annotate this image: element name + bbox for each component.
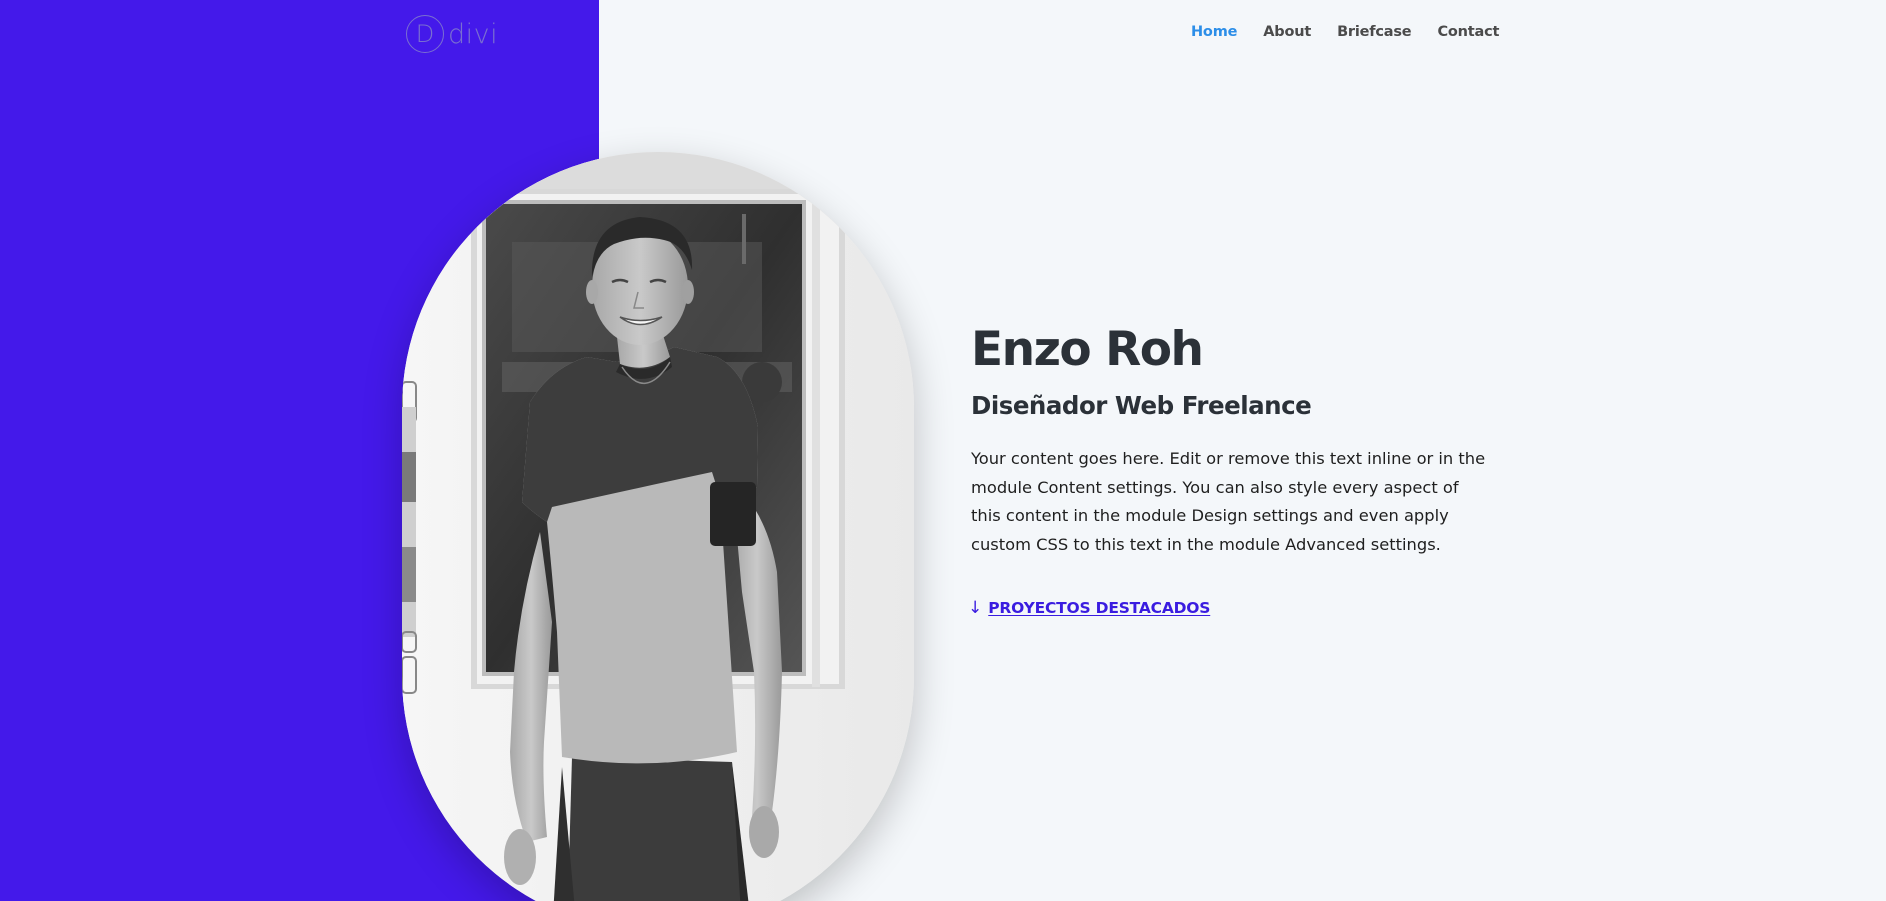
hero-name-heading: Enzo Roh (971, 322, 1204, 377)
nav-item-home[interactable]: Home (1191, 24, 1237, 40)
logo-mark-icon: D (406, 15, 444, 53)
page: D divi Home About Briefcase Contact Enzo… (0, 0, 1886, 901)
logo-wordmark: divi (448, 18, 499, 50)
hero-description-text: Your content goes here. Edit or remove t… (971, 449, 1486, 554)
hero-role-subtitle: Diseñador Web Freelance (971, 391, 1312, 420)
featured-projects-link[interactable]: ↓ PROYECTOS DESTACADOS (968, 596, 1210, 620)
main-nav: Home About Briefcase Contact (1191, 24, 1499, 40)
nav-item-about[interactable]: About (1263, 24, 1311, 40)
nav-item-briefcase[interactable]: Briefcase (1337, 24, 1412, 40)
nav-item-contact[interactable]: Contact (1437, 24, 1499, 40)
featured-projects-label: PROYECTOS DESTACADOS (988, 599, 1211, 617)
profile-portrait-photo (402, 152, 914, 901)
arrow-down-icon: ↓ (968, 598, 983, 618)
site-logo[interactable]: D divi (406, 13, 498, 55)
